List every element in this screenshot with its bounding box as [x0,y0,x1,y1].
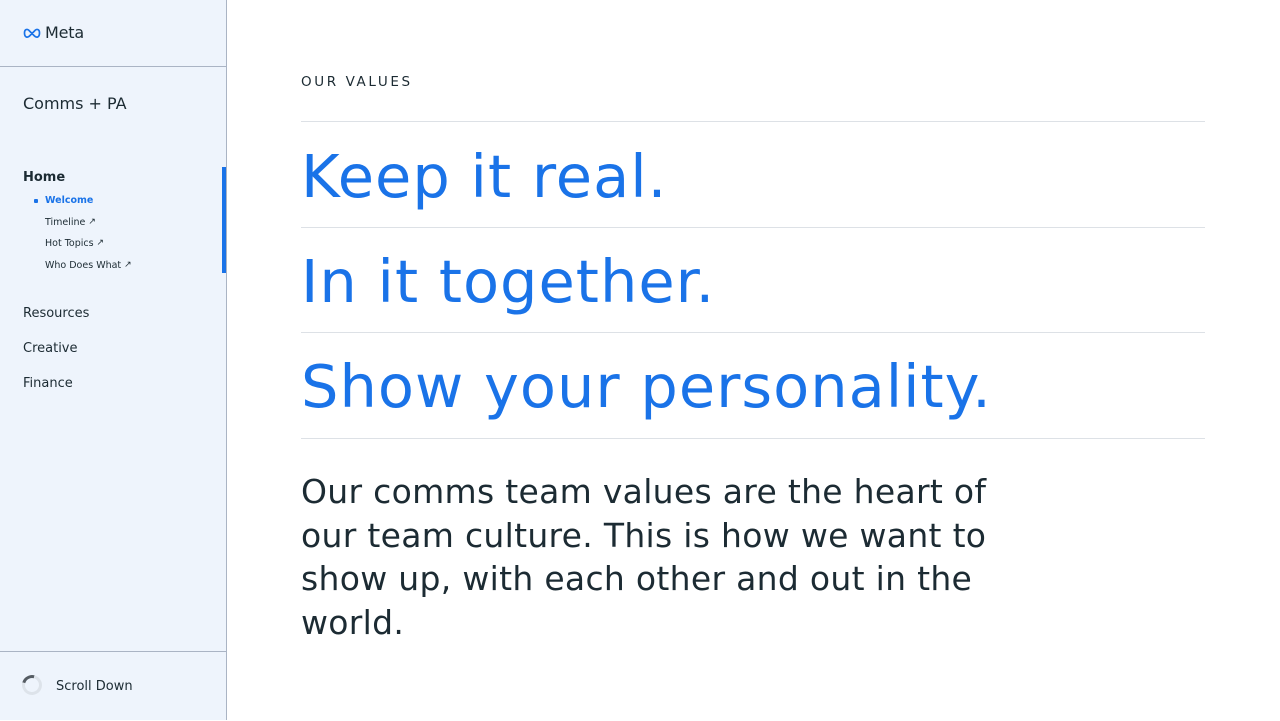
nav-item-resources[interactable]: Resources [23,306,89,321]
section-title[interactable]: Comms + PA [23,94,127,113]
divider [301,332,1205,333]
section-eyebrow: OUR VALUES [301,74,413,90]
value-heading: In it together. [301,247,716,316]
subnav-item-timeline[interactable]: Timeline ↗ [34,217,132,239]
active-nav-indicator [222,167,226,273]
external-link-icon: ↗ [88,216,96,227]
divider [301,227,1205,228]
home-subnav: Welcome Timeline ↗ Hot Topics ↗ Who Does… [34,195,132,281]
external-link-icon: ↗ [96,238,105,248]
sidebar: Meta Comms + PA Home Welcome Timeline ↗ … [0,0,227,720]
subnav-item-who-does-what[interactable]: Who Does What ↗ [34,260,132,282]
subnav-item-welcome[interactable]: Welcome [34,195,132,217]
subnav-item-hot-topics[interactable]: Hot Topics ↗ [34,238,132,260]
scroll-progress-icon [18,671,46,699]
subnav-item-label: Hot Topics [45,238,94,249]
subnav-item-label: Welcome [45,195,94,206]
scroll-down-button[interactable]: Scroll Down [56,679,133,694]
subnav-item-label: Who Does What [45,259,122,271]
logo-bar: Meta [0,0,226,67]
divider [301,121,1205,122]
values-description: Our comms team values are the heart of o… [301,472,987,642]
nav-item-home[interactable]: Home [23,170,65,185]
brand-name: Meta [45,23,84,42]
meta-infinity-icon [23,28,41,38]
external-link-icon: ↗ [124,259,132,270]
divider [301,438,1205,439]
nav-item-finance[interactable]: Finance [23,376,73,391]
active-dot-icon [34,199,38,203]
value-heading: Show your personality. [301,352,992,421]
nav-item-creative[interactable]: Creative [23,341,78,356]
value-heading: Keep it real. [301,142,668,211]
subnav-item-label: Timeline [45,216,86,228]
main-content: OUR VALUES Keep it real. In it together.… [301,0,1205,720]
meta-logo[interactable]: Meta [22,23,84,42]
sidebar-footer: Scroll Down [0,651,226,721]
